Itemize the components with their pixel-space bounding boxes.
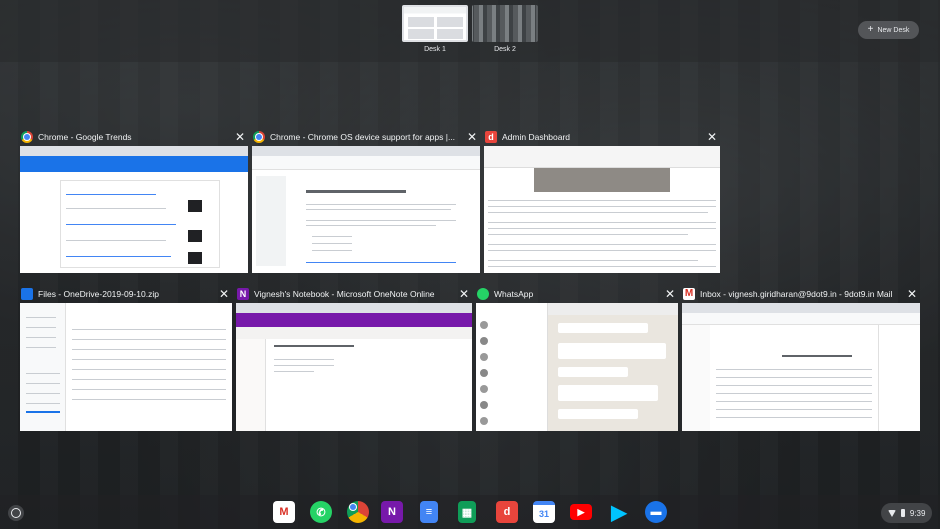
d-letter: d (503, 506, 511, 518)
launcher-button[interactable] (8, 505, 24, 521)
gmail-icon[interactable]: M (273, 501, 295, 523)
onenote-icon[interactable]: N (381, 501, 403, 523)
chrome-icon (253, 131, 265, 143)
whatsapp-icon[interactable]: ✆ (310, 501, 332, 523)
window-files[interactable]: Files - OneDrive-2019-09-10.zip ✕ (20, 285, 232, 431)
desk-1[interactable]: Desk 1 (402, 5, 468, 53)
window-admin-dashboard[interactable]: d Admin Dashboard ✕ (484, 128, 720, 273)
window-preview[interactable] (484, 146, 720, 273)
battery-icon (900, 509, 905, 517)
calendar-day: 31 (538, 509, 549, 519)
desk-2-label: Desk 2 (494, 46, 516, 53)
window-google-trends[interactable]: Chrome - Google Trends ✕ (20, 128, 248, 273)
window-title: Files - OneDrive-2019-09-10.zip (38, 289, 159, 299)
whatsapp-icon (477, 288, 489, 300)
new-desk-label: New Desk (877, 26, 910, 34)
desk-2-thumbnail[interactable] (472, 5, 538, 42)
d-icon[interactable]: d (496, 501, 518, 523)
window-title: Vignesh's Notebook - Microsoft OneNote O… (254, 289, 435, 299)
window-preview[interactable] (20, 303, 232, 431)
close-icon[interactable]: ✕ (466, 131, 478, 143)
d-icon: d (485, 131, 497, 143)
window-preview[interactable] (236, 303, 472, 431)
sheets-icon[interactable]: ▦ (458, 501, 476, 523)
calendar-icon[interactable]: 31 (533, 501, 555, 523)
window-onenote[interactable]: N Vignesh's Notebook - Microsoft OneNote… (236, 285, 472, 431)
desks-bar (0, 0, 940, 62)
window-title: Chrome - Chrome OS device support for ap… (270, 132, 456, 142)
close-icon[interactable]: ✕ (458, 288, 470, 300)
youtube-icon[interactable]: ▶ (570, 504, 592, 520)
clock-time: 9:39 (909, 508, 926, 518)
close-icon[interactable]: ✕ (706, 131, 718, 143)
close-icon[interactable]: ✕ (234, 131, 246, 143)
window-preview[interactable] (476, 303, 678, 431)
window-inbox[interactable]: M Inbox - vignesh.giridharan@9dot9.in - … (682, 285, 920, 431)
window-preview[interactable] (20, 146, 248, 273)
files-icon[interactable]: ▬ (645, 501, 667, 523)
chrome-icon[interactable] (347, 501, 369, 523)
wifi-icon (887, 509, 896, 517)
window-chrome-os-support[interactable]: Chrome - Chrome OS device support for ap… (252, 128, 480, 273)
play-store-icon[interactable]: ▶ (608, 501, 630, 524)
close-icon[interactable]: ✕ (664, 288, 676, 300)
desk-1-label: Desk 1 (424, 46, 446, 53)
new-desk-button[interactable]: + New Desk (858, 21, 919, 39)
status-area[interactable]: 9:39 (881, 503, 932, 523)
docs-icon[interactable]: ≡ (420, 501, 438, 523)
onenote-letter: N (388, 506, 396, 518)
window-whatsapp[interactable]: WhatsApp ✕ (476, 285, 678, 431)
window-preview[interactable] (252, 146, 480, 273)
files-icon (21, 288, 33, 300)
close-icon[interactable]: ✕ (218, 288, 230, 300)
plus-icon: + (867, 24, 874, 35)
window-title: Admin Dashboard (502, 132, 571, 142)
window-title: Inbox - vignesh.giridharan@9dot9.in - 9d… (700, 289, 893, 299)
close-icon[interactable]: ✕ (906, 288, 918, 300)
gmail-icon: M (683, 288, 695, 300)
window-preview[interactable] (682, 303, 920, 431)
onenote-icon: N (237, 288, 249, 300)
desk-1-thumbnail[interactable] (402, 5, 468, 42)
window-title: WhatsApp (494, 289, 534, 299)
desk-2[interactable]: Desk 2 (472, 5, 538, 53)
window-title: Chrome - Google Trends (38, 132, 132, 142)
chrome-icon (21, 131, 33, 143)
